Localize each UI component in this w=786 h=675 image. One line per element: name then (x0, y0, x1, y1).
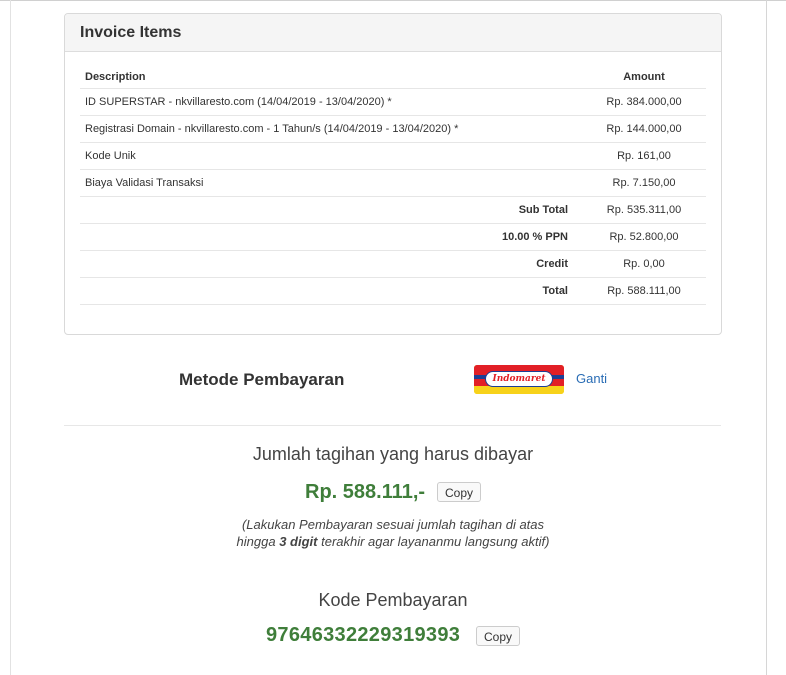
billing-amount-value: Rp. 588.111,- (305, 481, 426, 503)
summary-amount: Rp. 588.111,00 (582, 277, 706, 305)
right-border (766, 0, 767, 675)
summary-row-credit: Credit Rp. 0,00 (80, 250, 706, 278)
invoice-items-table: Description Amount ID SUPERSTAR - nkvill… (80, 65, 706, 305)
top-border (0, 0, 786, 1)
table-row: Kode Unik Rp. 161,00 (80, 142, 706, 170)
section-divider (64, 425, 721, 426)
copy-code-button[interactable]: Copy (476, 626, 521, 646)
summary-row-subtotal: Sub Total Rp. 535.311,00 (80, 196, 706, 224)
item-amount: Rp. 161,00 (582, 142, 706, 170)
payment-note: (Lakukan Pembayaran sesuai jumlah tagiha… (236, 516, 550, 550)
column-header-amount: Amount (582, 65, 706, 89)
summary-label: Total (80, 277, 582, 305)
table-row: ID SUPERSTAR - nkvillaresto.com (14/04/2… (80, 88, 706, 116)
change-payment-method-link[interactable]: Ganti (576, 371, 607, 386)
summary-label: 10.00 % PPN (80, 223, 582, 251)
summary-amount: Rp. 0,00 (582, 250, 706, 278)
item-description: ID SUPERSTAR - nkvillaresto.com (14/04/2… (80, 88, 582, 116)
item-amount: Rp. 7.150,00 (582, 169, 706, 197)
item-description: Kode Unik (80, 142, 582, 170)
summary-row-total: Total Rp. 588.111,00 (80, 277, 706, 305)
payment-code-label: Kode Pembayaran (318, 590, 468, 610)
item-description: Biaya Validasi Transaksi (80, 169, 582, 197)
table-row: Biaya Validasi Transaksi Rp. 7.150,00 (80, 169, 706, 197)
invoice-items-panel: Invoice Items Description Amount ID SUPE… (64, 13, 722, 335)
column-header-description: Description (80, 65, 582, 89)
copy-amount-button[interactable]: Copy (437, 482, 482, 502)
logo-wordmark: Indomaret (485, 371, 553, 387)
table-header-row: Description Amount (80, 65, 706, 89)
item-description: Registrasi Domain - nkvillaresto.com - 1… (80, 115, 582, 143)
billing-amount-label: Jumlah tagihan yang harus dibayar (252, 444, 534, 464)
summary-amount: Rp. 52.800,00 (582, 223, 706, 251)
note-text-end: terakhir agar layananmu langsung aktif) (317, 534, 550, 549)
note-bold-digits: 3 digit (279, 534, 318, 549)
item-amount: Rp. 144.000,00 (582, 115, 706, 143)
payment-code-value: 97646332229319393 (266, 624, 461, 646)
item-amount: Rp. 384.000,00 (582, 88, 706, 116)
payment-method-title: Metode Pembayaran (179, 370, 345, 389)
summary-amount: Rp. 535.311,00 (582, 196, 706, 224)
left-border (10, 0, 11, 675)
invoice-items-title: Invoice Items (65, 14, 721, 52)
summary-row-tax: 10.00 % PPN Rp. 52.800,00 (80, 223, 706, 251)
summary-label: Credit (80, 250, 582, 278)
summary-label: Sub Total (80, 196, 582, 224)
indomaret-logo: Indomaret (474, 365, 564, 394)
table-row: Registrasi Domain - nkvillaresto.com - 1… (80, 115, 706, 143)
